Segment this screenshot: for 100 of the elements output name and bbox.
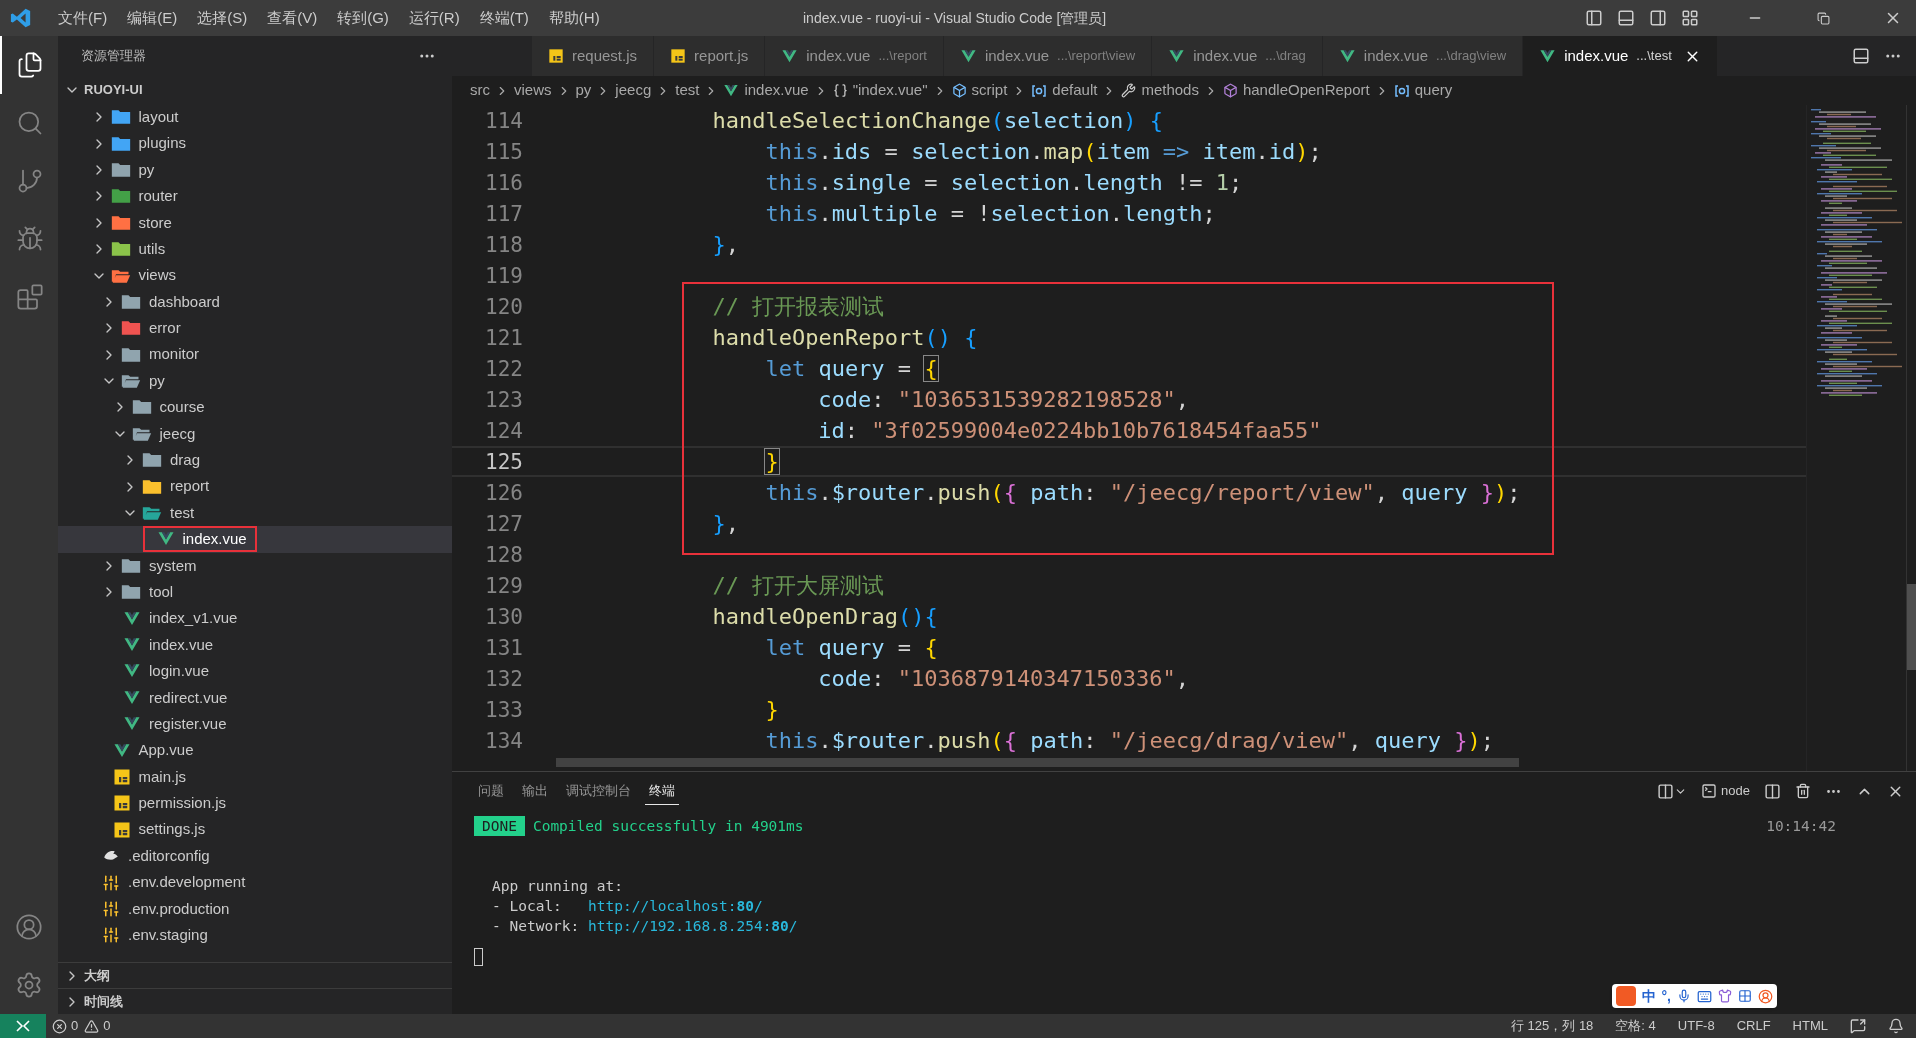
file-row[interactable]: .env.staging [58,922,452,949]
file-row[interactable]: .env.production [58,895,452,923]
folder-row[interactable]: jeecg [58,420,452,448]
folder-row[interactable]: plugins [58,130,452,157]
ime-toolbar[interactable]: 中 °, [1611,984,1777,1008]
folder-row[interactable]: test [58,499,452,527]
folder-row[interactable]: py [58,367,452,395]
file-row[interactable]: redirect.vue [58,684,452,711]
folder-row[interactable]: dashboard [58,288,452,316]
folder-row[interactable]: system [58,552,452,580]
file-row[interactable]: permission.js [58,790,452,817]
feedback-icon[interactable] [1850,1018,1866,1034]
toolbox-icon[interactable] [1738,989,1752,1003]
avatar-icon[interactable] [1758,988,1773,1004]
folder-row[interactable]: utils [58,235,452,263]
toggle-panel-icon[interactable] [1617,9,1635,27]
file-name: index.vue [149,634,214,655]
line-number: 126 [484,479,524,506]
file-row[interactable]: login.vue [58,658,452,685]
editor-tab[interactable]: index.vue ...\drag [1152,36,1323,76]
editor-tab[interactable]: index.vue ...\test [1523,36,1718,76]
code-line: }, [712,510,740,537]
scrollbar-thumb[interactable] [1907,584,1916,670]
status-item[interactable]: 行 125，列 18 [1510,1016,1594,1036]
file-row[interactable]: index.vue [58,526,452,553]
breadcrumb-item[interactable]: index.vue [723,79,809,102]
terminal-link[interactable]: http://localhost:80/ [588,896,763,916]
status-item[interactable]: HTML [1792,1016,1828,1036]
folder-row[interactable]: router [58,183,452,210]
status-item[interactable]: CRLF [1736,1016,1771,1036]
menu-item[interactable]: 文件(F) [48,6,118,30]
file-row[interactable]: .editorconfig [58,842,452,870]
folder-row[interactable]: report [58,473,452,500]
breadcrumb-item[interactable]: py [575,79,592,102]
file-row[interactable]: App.vue [58,737,452,764]
breadcrumb-item[interactable]: views [514,79,552,102]
editor-tab[interactable]: request.js [532,36,655,76]
keyboard-icon[interactable] [1697,988,1712,1004]
restore-icon[interactable] [1817,11,1830,25]
file-row[interactable]: settings.js [58,816,452,843]
ime-mode[interactable]: 中 [1641,985,1656,1007]
trash-icon[interactable] [1795,783,1811,799]
folder-row[interactable]: course [58,394,452,421]
folder-row[interactable]: tool [58,579,452,606]
layout-icon[interactable] [1681,9,1699,27]
folder-name: utils [138,238,166,259]
menu-item[interactable]: 转到(G) [327,6,399,30]
folder-row[interactable]: store [58,209,452,236]
file-row[interactable]: main.js [58,763,452,791]
status-item[interactable]: 空格: 4 [1615,1016,1656,1036]
folder-row[interactable]: monitor [58,341,452,368]
folder-row[interactable]: drag [58,447,452,474]
breadcrumb-item[interactable]: query [1393,79,1453,102]
status-item[interactable]: UTF-8 [1677,1016,1715,1036]
split-icon[interactable] [1764,782,1781,800]
ime-punctuation[interactable]: °, [1661,985,1671,1007]
breadcrumb-item[interactable]: "index.vue" [832,79,928,102]
breadcrumb-item[interactable]: default [1031,79,1098,102]
file-row[interactable]: .env.development [58,869,452,896]
skin-icon[interactable] [1718,989,1732,1003]
notifications-icon[interactable] [1888,1018,1904,1034]
editor-tab[interactable]: report.js [654,36,766,76]
terminal-link[interactable]: http://192.168.8.254:80/ [588,916,798,936]
menu-item[interactable]: 编辑(E) [117,6,188,30]
problems-indicator[interactable]: 0 0 [52,1016,111,1036]
section-header[interactable]: 大纲 [58,962,452,988]
editor-tab[interactable]: index.vue ...\report\view [943,36,1153,76]
breadcrumb-item[interactable]: test [675,79,700,102]
folder-row[interactable]: views [58,262,452,289]
menu-item[interactable]: 查看(V) [257,6,328,30]
breadcrumb-item[interactable]: jeecg [615,79,652,102]
microphone-icon[interactable] [1677,989,1691,1003]
terminal-selector[interactable]: node [1701,781,1750,801]
toggle-sidebar-icon[interactable] [1585,9,1603,27]
panel-tab[interactable]: 问题 [474,776,508,806]
editor-tab[interactable]: index.vue ...\drag\view [1322,36,1524,76]
remote-button[interactable] [0,1014,46,1038]
panel-tab[interactable]: 终端 [645,776,679,806]
folder-row[interactable]: error [58,315,452,342]
horizontal-scrollbar-thumb[interactable] [556,758,1519,767]
panel-tab[interactable]: 输出 [518,776,552,806]
menu-item[interactable]: 终端(T) [469,6,539,30]
breadcrumb-item[interactable]: script [951,79,1008,102]
folder-row[interactable]: py [58,156,452,184]
menu-item[interactable]: 帮助(H) [538,6,610,30]
menu-item[interactable]: 选择(S) [187,6,258,30]
editor-tab[interactable]: index.vue ...\report [765,36,944,76]
menu-item[interactable]: 运行(R) [398,6,470,30]
file-row[interactable]: index.vue [58,631,452,659]
split-editor-icon[interactable] [1852,47,1870,65]
breadcrumb-item[interactable]: handleOpenReport [1222,79,1370,102]
root-folder-header[interactable]: RUOYI-UI [58,76,452,104]
breadcrumb-item[interactable]: methods [1121,79,1199,102]
file-row[interactable]: register.vue [58,711,452,738]
panel-tab[interactable]: 调试控制台 [562,776,635,806]
breadcrumb-item[interactable]: src [470,79,490,102]
file-row[interactable]: index_v1.vue [58,605,452,632]
toggle-secondary-sidebar-icon[interactable] [1649,9,1667,27]
split-terminal-icon[interactable] [1657,782,1675,800]
folder-row[interactable]: layout [58,104,452,131]
